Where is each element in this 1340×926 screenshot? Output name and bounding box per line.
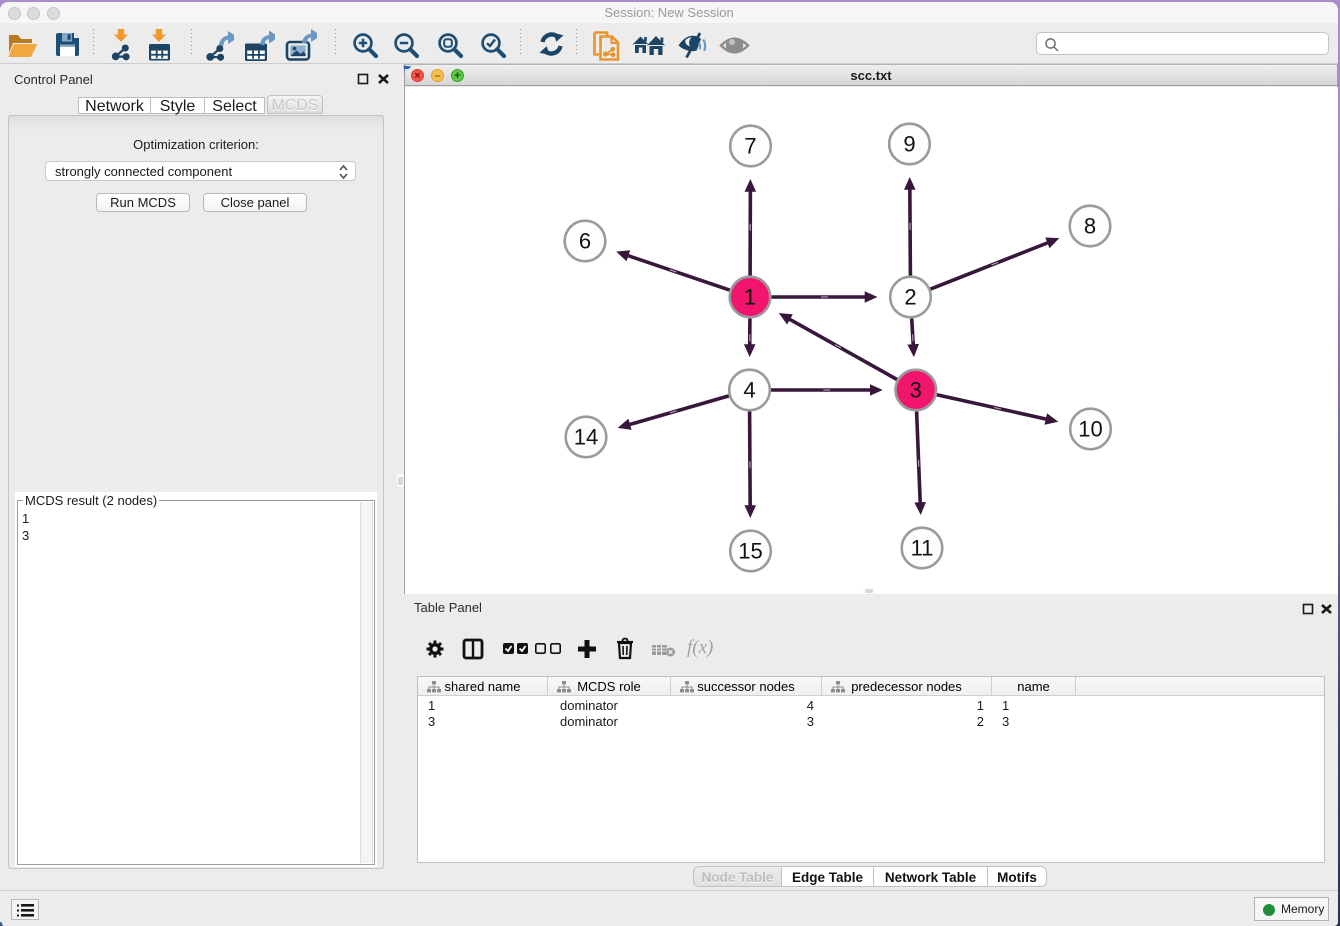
svg-text:9: 9 <box>903 132 915 157</box>
svg-text:15: 15 <box>738 539 762 564</box>
svg-text:6: 6 <box>579 229 591 254</box>
svg-text:7: 7 <box>744 134 756 159</box>
svg-text:10: 10 <box>1078 417 1102 442</box>
svg-text:8: 8 <box>1084 214 1096 239</box>
svg-text:3: 3 <box>910 378 922 403</box>
svg-text:11: 11 <box>911 536 934 561</box>
svg-text:14: 14 <box>574 425 598 450</box>
svg-text:1: 1 <box>744 285 756 310</box>
svg-text:2: 2 <box>904 285 916 310</box>
svg-text:4: 4 <box>743 378 755 403</box>
